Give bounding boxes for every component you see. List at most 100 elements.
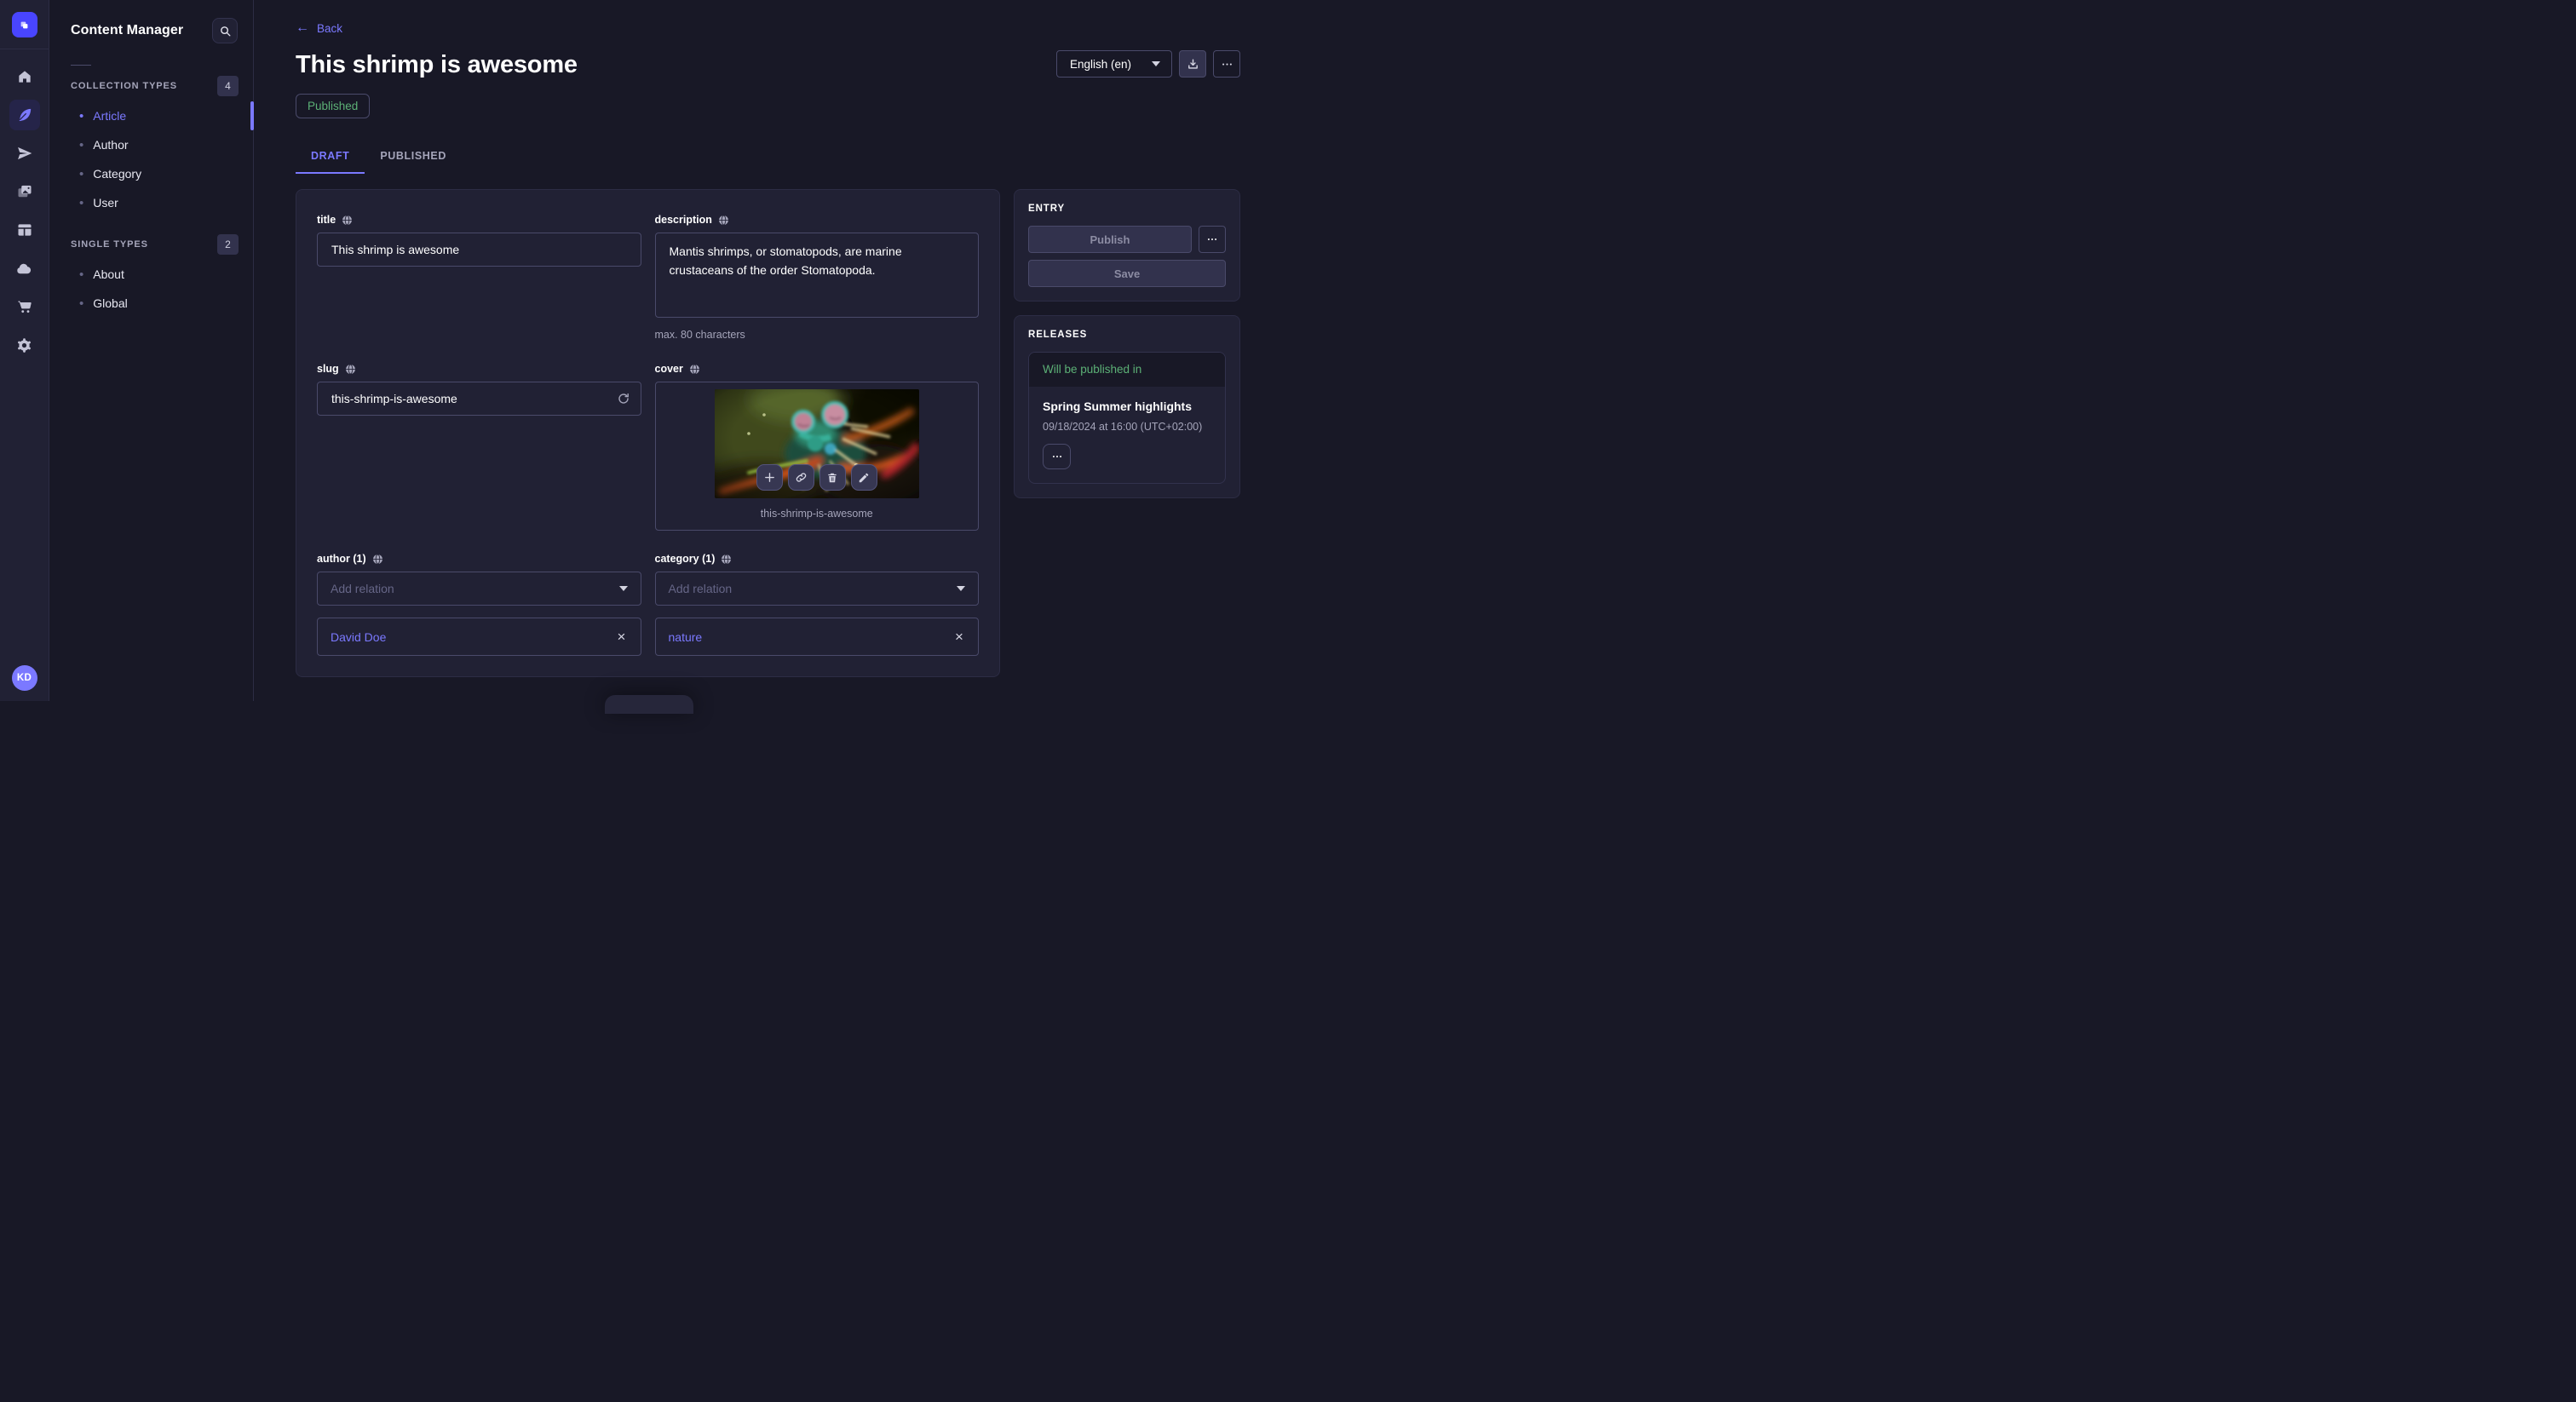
strapi-logo-icon: [17, 18, 32, 32]
globe-icon: [342, 215, 353, 226]
scroll-peek-element[interactable]: [605, 695, 693, 714]
single-types-count-badge: 2: [217, 234, 239, 255]
tab-draft[interactable]: DRAFT: [296, 141, 365, 174]
subnav-item-category[interactable]: • Category: [49, 159, 253, 188]
subnav-divider: [71, 65, 91, 66]
subnav-item-global[interactable]: • Global: [49, 289, 253, 318]
locale-select[interactable]: English (en): [1056, 50, 1172, 78]
search-icon: [219, 25, 232, 37]
user-avatar[interactable]: KD: [12, 665, 37, 691]
sidebar-item-content-manager[interactable]: [9, 100, 40, 130]
globe-icon: [372, 554, 383, 565]
globe-icon: [721, 554, 732, 565]
sidebar-item-marketplace[interactable]: [9, 291, 40, 322]
download-button[interactable]: [1179, 50, 1206, 78]
sidebar-item-media-library[interactable]: [9, 176, 40, 207]
pencil-icon: [858, 472, 870, 484]
entry-panel: ENTRY Publish Save: [1014, 189, 1240, 302]
cover-delete-button[interactable]: [819, 464, 846, 491]
images-icon: [16, 183, 33, 200]
sidebar-item-cloud[interactable]: [9, 253, 40, 284]
globe-icon: [345, 364, 356, 375]
side-panels: ENTRY Publish Save RELEASES Will be publ…: [1014, 189, 1240, 498]
cover-field-label: cover: [655, 363, 683, 375]
strapi-logo[interactable]: [12, 12, 37, 37]
category-select-placeholder: Add relation: [669, 582, 733, 595]
sidebar-item-settings[interactable]: [9, 330, 40, 360]
feather-icon: [16, 106, 33, 124]
subnav-item-user[interactable]: • User: [49, 188, 253, 217]
bullet-icon: •: [79, 168, 83, 181]
category-relation-link[interactable]: nature: [669, 630, 703, 644]
field-author: author (1) Add relation David Doe ×: [317, 553, 641, 656]
subnav-item-label: About: [93, 267, 124, 281]
refresh-icon: [617, 392, 630, 405]
content-manager-subnav: Content Manager COLLECTION TYPES 4 • Art…: [49, 0, 254, 701]
status-badge: Published: [296, 94, 370, 118]
sidebar-item-deploy[interactable]: [9, 138, 40, 169]
paper-plane-icon: [16, 145, 33, 162]
link-icon: [795, 471, 808, 484]
more-icon: [1051, 451, 1063, 463]
tab-published[interactable]: PUBLISHED: [365, 141, 462, 174]
globe-icon: [689, 364, 700, 375]
more-icon: [1221, 58, 1233, 71]
entry-more-button[interactable]: [1199, 226, 1226, 253]
author-relation-select[interactable]: Add relation: [317, 572, 641, 606]
subnav-item-article[interactable]: • Article: [49, 101, 253, 130]
main-nav-rail: KD: [0, 0, 49, 701]
category-field-label: category (1): [655, 553, 716, 565]
header-more-button[interactable]: [1213, 50, 1240, 78]
bullet-icon: •: [79, 297, 83, 310]
caret-down-icon: [1152, 61, 1160, 66]
category-relation-remove-button[interactable]: ×: [947, 625, 971, 649]
draft-published-tabs: DRAFT PUBLISHED: [296, 141, 1240, 174]
title-field-label: title: [317, 214, 336, 226]
sidebar-item-content-type-builder[interactable]: [9, 215, 40, 245]
description-hint: max. 80 characters: [655, 329, 980, 341]
subnav-item-about[interactable]: • About: [49, 260, 253, 289]
sidebar-item-home[interactable]: [9, 61, 40, 92]
release-name: Spring Summer highlights: [1043, 399, 1211, 413]
field-slug: slug: [317, 363, 641, 531]
category-relation-item: nature ×: [655, 618, 980, 656]
search-button[interactable]: [212, 18, 238, 43]
field-category: category (1) Add relation nature ×: [655, 553, 980, 656]
author-relation-item: David Doe ×: [317, 618, 641, 656]
more-icon: [1206, 233, 1218, 245]
title-input[interactable]: [317, 233, 641, 267]
slug-input[interactable]: [317, 382, 641, 416]
subnav-item-label: User: [93, 196, 118, 210]
regenerate-slug-button[interactable]: [611, 386, 636, 411]
release-more-button[interactable]: [1043, 444, 1071, 469]
category-relation-select[interactable]: Add relation: [655, 572, 980, 606]
subnav-item-author[interactable]: • Author: [49, 130, 253, 159]
shopping-cart-icon: [16, 298, 33, 315]
author-relation-remove-button[interactable]: ×: [610, 625, 634, 649]
bullet-icon: •: [79, 139, 83, 152]
publish-button[interactable]: Publish: [1028, 226, 1192, 253]
author-relation-link[interactable]: David Doe: [331, 630, 386, 644]
description-field-label: description: [655, 214, 712, 226]
section-label-single-types: SINGLE TYPES: [71, 239, 148, 250]
description-textarea[interactable]: Mantis shrimps, or stomatopods, are mari…: [655, 233, 980, 318]
globe-icon: [718, 215, 729, 226]
entry-panel-title: ENTRY: [1028, 204, 1226, 214]
author-select-placeholder: Add relation: [331, 582, 394, 595]
back-link-label: Back: [317, 22, 342, 35]
subnav-item-label: Author: [93, 138, 128, 152]
release-status: Will be published in: [1029, 353, 1225, 387]
author-field-label: author (1): [317, 553, 366, 565]
home-icon: [16, 68, 33, 85]
back-link[interactable]: ← Back: [296, 21, 342, 35]
section-label-collection-types: COLLECTION TYPES: [71, 81, 177, 91]
cover-add-button[interactable]: [756, 464, 783, 491]
back-arrow-icon: ←: [296, 21, 309, 35]
gear-icon: [15, 336, 33, 354]
subnav-item-label: Global: [93, 296, 127, 310]
caret-down-icon: [957, 586, 965, 591]
save-button[interactable]: Save: [1028, 260, 1226, 287]
field-description: description Mantis shrimps, or stomatopo…: [655, 214, 980, 341]
cover-edit-button[interactable]: [851, 464, 877, 491]
cover-copy-link-button[interactable]: [788, 464, 814, 491]
